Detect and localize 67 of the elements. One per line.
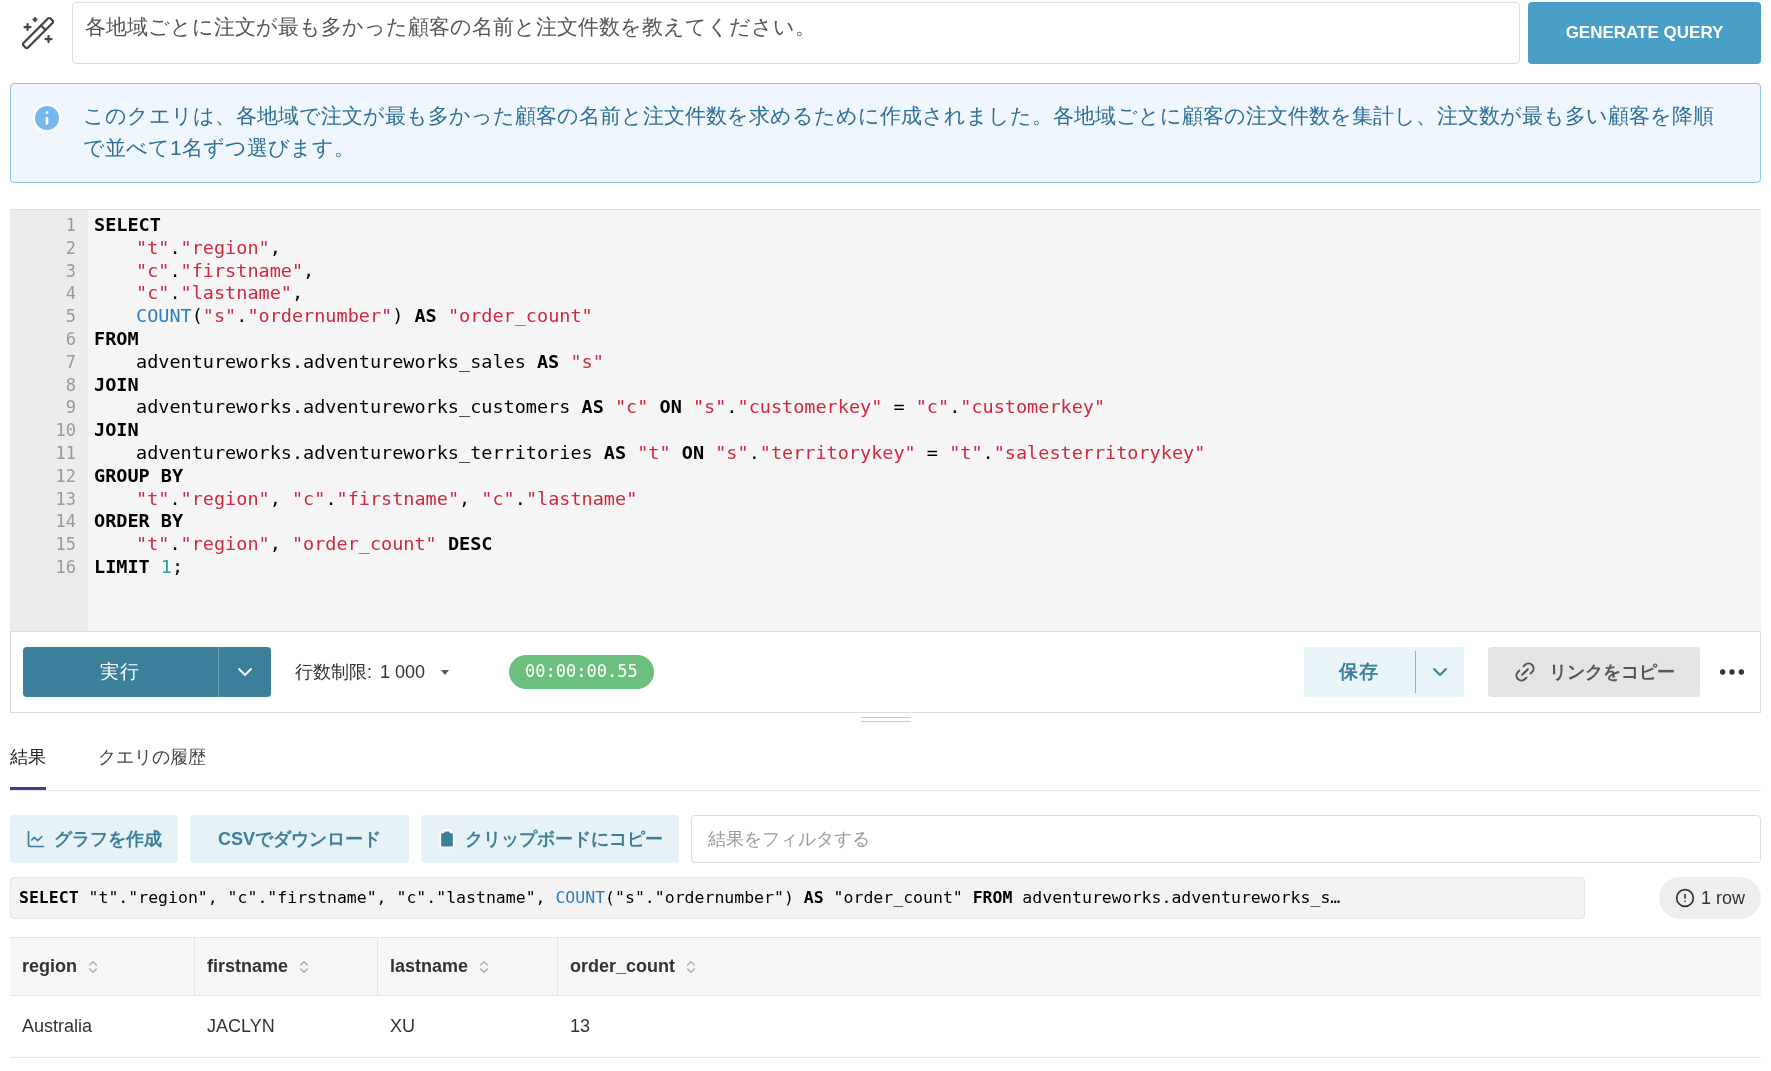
filter-field[interactable]: 結果をフィルタする [691,815,1761,863]
table-cell-text: JACLYN [206,1015,276,1038]
table-cell-text: 13 [569,1015,592,1038]
column-header[interactable]: lastname [378,938,558,995]
code-line: GROUP BY [94,464,185,488]
code-line: FROM [94,328,140,351]
code-line: ORDER BY [94,510,185,534]
code-line: "c"."lastname", [135,282,305,306]
row-limit-label: 行数制限: [295,660,372,684]
line-number: 2 [64,236,76,260]
line-number: 5 [64,305,76,328]
code-line: adventureworks.adventureworks_sales AS "s" [135,350,605,374]
column-header[interactable]: firstname [195,938,378,995]
code-line: "c"."firstname", [135,259,316,283]
generate-query-button[interactable]: GENERATE QUERY [1528,2,1761,64]
run-split-button[interactable]: 実行 [23,647,271,697]
info-icon [31,102,63,134]
column-header[interactable]: region [10,938,195,995]
code-line: "t"."region", "order_count" DESC [135,533,494,556]
code-line: "t"."region", "c"."firstname", "c"."lastname" [135,487,639,511]
line-number: 13 [54,487,76,511]
code-line: JOIN [94,419,140,442]
line-number: 16 [54,555,76,579]
timer-badge: 00:00:00.55 [509,655,654,689]
line-number: 12 [54,464,76,488]
line-number: 3 [64,259,76,283]
line-number: 9 [64,396,76,420]
action-button[interactable]: クリップボードにコピー [421,815,679,863]
info-text: このクエリは、各地域で注文が最も多かった顧客の名前と注文件数を求めるために作成されました。各地域ごとに顧客の注文件数を集計し、注文数が最も多い顧客を降順で並べて1名ずつ選びます。 [83,103,1715,161]
line-number: 4 [64,282,76,306]
table-cell-text: XU [389,1015,416,1038]
save-split-button[interactable]: 保存 [1304,647,1464,697]
code-line: adventureworks.adventureworks_territories AS "t" ON "s"."territorykey" = "t"."salesterritorykey" [135,441,1206,465]
table-cell-text: Australia [21,1015,94,1038]
line-number: 11 [54,441,76,465]
line-number: 8 [64,373,76,397]
question-field[interactable]: 各地域ごとに注文が最も多かった顧客の名前と注文件数を教えてください。 [72,2,1520,64]
dropdown-caret-icon[interactable] [441,669,450,675]
code-editor[interactable] [10,209,1761,631]
save-label[interactable]: 保存 [1304,647,1415,697]
run-label[interactable]: 実行 [23,647,218,697]
line-number: 1 [64,214,76,237]
code-line: JOIN [94,373,140,397]
query-summary: SELECT "t"."region", "c"."firstname", "c"."lastname", COUNT("s"."ordernumber") AS "order_count" FROM adventureworks.adventureworks_s… [10,877,1585,919]
code-line: adventureworks.adventureworks_customers AS "c" ON "s"."customerkey" = "c"."customerkey" [135,396,1107,420]
results-tab[interactable]: クエリの履歴 [98,744,206,790]
line-number: 10 [54,419,76,442]
column-header[interactable]: order_count [558,938,1761,995]
line-number: 6 [64,328,76,351]
clipboard-icon [437,829,457,849]
code-line: "t"."region", [135,236,282,260]
magic-wand-icon [20,15,56,51]
action-button[interactable]: CSVでダウンロード [190,815,409,863]
line-number: 15 [54,533,76,556]
results-tab[interactable]: 結果 [10,744,46,790]
action-button[interactable]: グラフを作成 [10,815,178,863]
alert-icon [1675,888,1695,908]
chart-icon [26,829,46,849]
row-count-badge: 1 row [1659,877,1761,919]
code-line: COUNT("s"."ordernumber") AS "order_count" [135,305,594,328]
code-line: SELECT [94,214,162,237]
copy-link-button[interactable]: リンクをコピー [1488,647,1700,697]
line-number: 14 [54,510,76,534]
code-line: LIMIT 1; [94,555,185,579]
line-number: 7 [64,350,76,374]
resize-handle[interactable] [860,717,911,722]
row-limit-value[interactable]: 1 000 [380,658,426,686]
